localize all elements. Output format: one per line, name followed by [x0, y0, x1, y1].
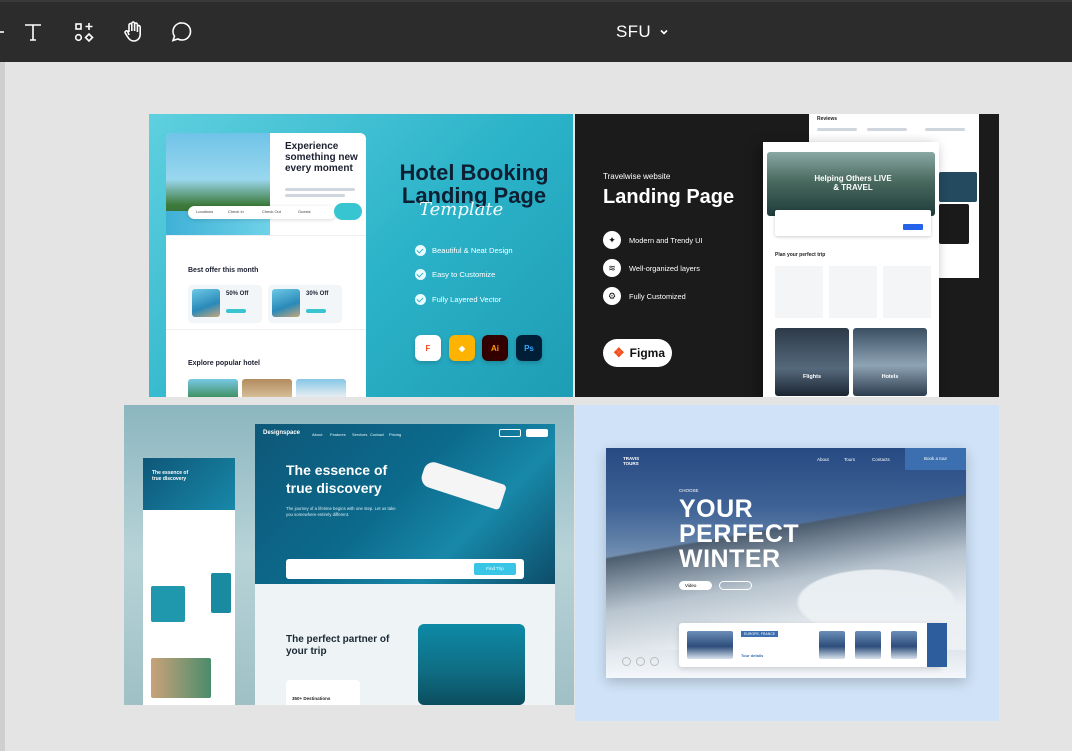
- offer-card: 30% Off: [268, 285, 342, 323]
- trip-search-bar: Find Trip: [286, 559, 524, 579]
- figma-app-icon: F: [415, 335, 441, 361]
- find-trip-button: Find Trip: [474, 563, 516, 575]
- card-heading: Experience something new every moment: [285, 141, 358, 174]
- file-name-menu[interactable]: SFU: [616, 22, 669, 42]
- mobile-preview: The essence of true discovery: [143, 458, 235, 705]
- travelwise-subtitle: Travelwise website: [603, 172, 671, 181]
- frame-hotel-booking[interactable]: Experience something new every moment Lo…: [149, 114, 573, 397]
- book-tour-button: Book a tour: [905, 448, 966, 470]
- top-toolbar: SFU: [0, 0, 1072, 62]
- shapes-icon[interactable]: [70, 18, 98, 46]
- file-name: SFU: [616, 22, 651, 41]
- travel-hero-text: Helping Others LIVE & TRAVEL: [814, 174, 892, 192]
- chevron-down-icon: [660, 29, 668, 35]
- gear-icon: ⚙: [603, 287, 621, 305]
- hotel-thumb: [188, 379, 238, 397]
- hotel-preview-card: Experience something new every moment Lo…: [166, 133, 366, 397]
- hotel-search-button: [334, 203, 362, 220]
- sketch-app-icon: ◆: [449, 335, 475, 361]
- photoshop-app-icon: Ps: [516, 335, 542, 361]
- left-panel-edge: [0, 62, 5, 751]
- hotel-hero-image: [166, 133, 270, 236]
- partner-title: The perfect partner of your trip: [286, 634, 390, 657]
- flame-icon: ✦: [603, 231, 621, 249]
- tour-card: EUROPE, FRANCE Tour details: [679, 623, 942, 667]
- feature-item: ⚙ Fully Customized: [603, 287, 686, 305]
- hotel-thumb: [296, 379, 346, 397]
- figma-icon: ❖: [613, 345, 625, 360]
- feature-item: ≋ Well-organized layers: [603, 259, 700, 277]
- desktop-preview: Designspace About Features Services Cont…: [255, 424, 555, 705]
- flights-tile: Flights: [775, 328, 849, 396]
- illustrator-app-icon: Ai: [482, 335, 508, 361]
- frame-travelwise[interactable]: Travelwise website Landing Page ✦ Modern …: [575, 114, 999, 397]
- feature-item: Beautiful & Neat Design: [415, 245, 513, 256]
- check-icon: [415, 294, 426, 305]
- hotel-thumb: [242, 379, 292, 397]
- feature-item: Fully Layered Vector: [415, 294, 501, 305]
- figma-badge: ❖ Figma: [603, 339, 672, 367]
- travelwise-preview: Helping Others LIVE & TRAVEL Plan your p…: [763, 142, 939, 397]
- feature-item: Easy to Customize: [415, 269, 495, 280]
- offer-card: 50% Off: [188, 285, 262, 323]
- feature-item: ✦ Modern and Trendy UI: [603, 231, 703, 249]
- check-icon: [415, 245, 426, 256]
- hero-title: The essence of true discovery: [286, 462, 388, 496]
- frame-designspace[interactable]: The essence of true discovery Designspac…: [124, 405, 574, 705]
- hotel-search-bar: Locations Check In Check Out Guests: [188, 206, 336, 219]
- script-template: Template: [419, 199, 504, 220]
- left-edge-icon[interactable]: [0, 18, 18, 46]
- hero-subtitle: The journey of a lifetime begins with on…: [286, 506, 396, 517]
- diver-image: [418, 624, 525, 705]
- layers-icon: ≋: [603, 259, 621, 277]
- explore-title: Explore popular hotel: [188, 360, 260, 367]
- winter-preview: TRAVIS TOURS About Tours Contacts Book a…: [606, 448, 966, 678]
- winter-headline: YOUR PERFECT WINTER: [679, 495, 800, 573]
- text-tool-icon[interactable]: [19, 18, 47, 46]
- travelwise-title: Landing Page: [603, 186, 735, 208]
- comment-icon[interactable]: [168, 18, 196, 46]
- offer-title: Best offer this month: [188, 267, 259, 274]
- check-icon: [415, 269, 426, 280]
- hand-icon[interactable]: [119, 18, 147, 46]
- hotels-tile: Hotels: [853, 328, 927, 396]
- frame-travis-tours[interactable]: TRAVIS TOURS About Tours Contacts Book a…: [575, 405, 999, 721]
